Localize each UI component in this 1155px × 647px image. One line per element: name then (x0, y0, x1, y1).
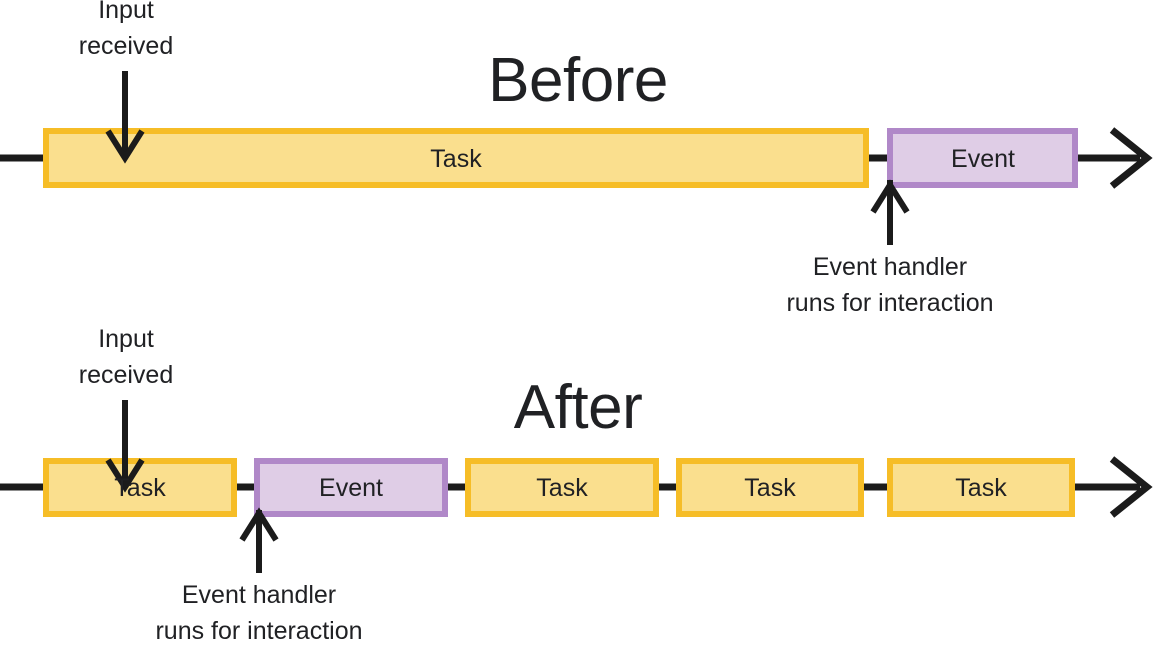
before-event-block-label: Event (951, 145, 1015, 173)
before-input-received-label-line2: received (78, 32, 174, 60)
before-event-handler-label-line1: Event handler (812, 253, 968, 281)
after-task-block-1-label: Task (114, 474, 166, 502)
after-input-received-label-line1: Input (98, 325, 154, 353)
after-section-title: After (513, 373, 643, 442)
before-event-handler-label-line2: runs for interaction (786, 289, 994, 317)
after-event-handler-label-line2: runs for interaction (155, 617, 363, 645)
before-section-title: Before (488, 46, 668, 115)
before-task-block-label: Task (430, 145, 482, 173)
after-input-received-label-line2: received (78, 361, 174, 389)
after-task-block-2-label: Task (536, 474, 588, 502)
after-event-block-label: Event (319, 474, 383, 502)
after-task-block-4-label: Task (955, 474, 1007, 502)
before-input-received-label-line1: Input (98, 0, 154, 24)
after-event-handler-label-line1: Event handler (181, 581, 337, 609)
timeline-diagram: Before Input received Task Event Event h… (0, 0, 1155, 647)
after-task-block-3-label: Task (744, 474, 796, 502)
